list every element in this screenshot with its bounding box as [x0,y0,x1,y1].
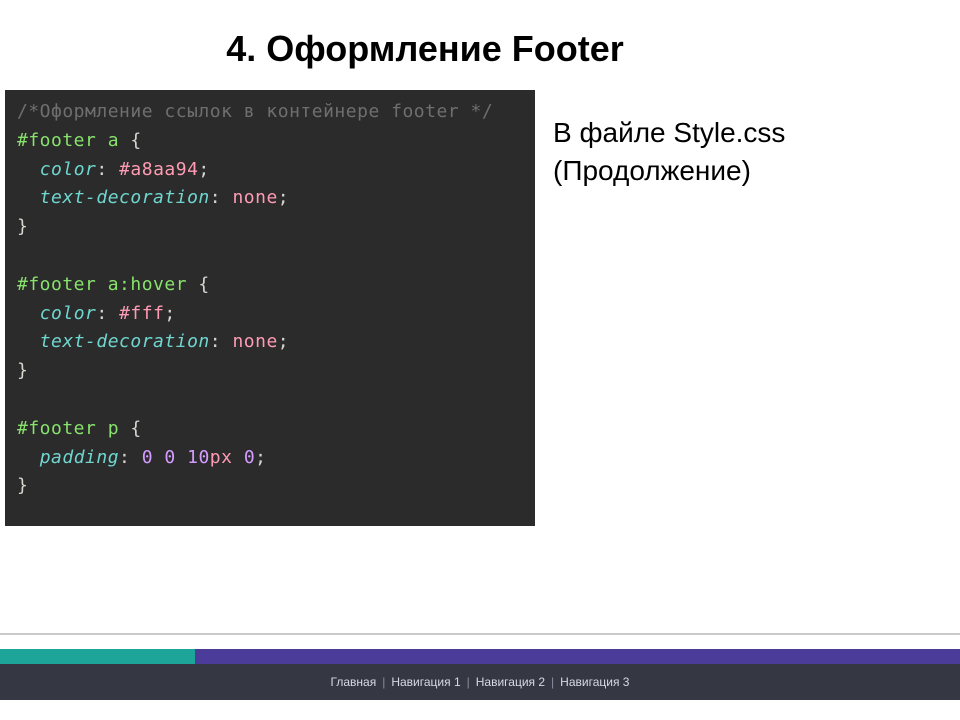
brace-open-icon: { [119,418,142,439]
footer-nav-link[interactable]: Навигация 1 [391,675,460,689]
side-annotation: В файле Style.css (Продолжение) [535,90,785,190]
code-selector: #footer a [17,130,119,151]
footer-nav-link[interactable]: Главная [331,675,377,689]
code-value: #a8aa94 [119,159,198,180]
color-stripe [0,649,960,664]
code-value: #fff [119,303,164,324]
code-pseudo: :hover [119,274,187,295]
colon-icon: : [210,331,233,352]
code-property: color [40,159,97,180]
code-selector: #footer a [17,274,119,295]
indent-guide-icon [17,159,40,180]
semicolon-icon: ; [255,447,266,468]
brace-open-icon: { [187,274,210,295]
footer-nav: Главная | Навигация 1 | Навигация 2 | На… [0,664,960,700]
colon-icon: : [210,187,233,208]
brace-open-icon: { [119,130,142,151]
nav-separator-icon: | [551,675,554,689]
code-comment: /*Оформление ссылок в контейнере footer … [17,101,493,122]
code-property: color [40,303,97,324]
brace-close-icon: } [17,475,28,496]
brace-close-icon: } [17,360,28,381]
colon-icon: : [96,303,119,324]
indent-guide-icon [17,187,40,208]
nav-separator-icon: | [467,675,470,689]
code-value: none [232,331,277,352]
indent-guide-icon [17,331,40,352]
semicolon-icon: ; [278,187,289,208]
content-row: /*Оформление ссылок в контейнере footer … [0,90,960,526]
code-property: text-decoration [40,331,210,352]
css-code-block: /*Оформление ссылок в контейнере footer … [5,90,535,526]
purple-segment [195,649,960,664]
indent-guide-icon [17,303,40,324]
side-line-2: (Продолжение) [553,152,785,190]
teal-segment [0,649,195,664]
code-number: 0 [244,447,255,468]
code-selector: #footer p [17,418,119,439]
code-number: 0 [164,447,175,468]
divider-line [0,633,960,635]
brace-close-icon: } [17,216,28,237]
footer-nav-link[interactable]: Навигация 3 [560,675,629,689]
semicolon-icon: ; [278,331,289,352]
code-property: padding [40,447,119,468]
semicolon-icon: ; [198,159,209,180]
code-number: 0 [142,447,153,468]
footer-nav-link[interactable]: Навигация 2 [476,675,545,689]
slide-title: 4. Оформление Footer [0,0,700,90]
side-line-1: В файле Style.css [553,114,785,152]
code-unit: px [210,447,233,468]
colon-icon: : [96,159,119,180]
colon-icon: : [119,447,142,468]
bottom-area: Главная | Навигация 1 | Навигация 2 | На… [0,633,960,700]
nav-separator-icon: | [382,675,385,689]
code-property: text-decoration [40,187,210,208]
code-value: none [232,187,277,208]
semicolon-icon: ; [164,303,175,324]
code-number: 10 [187,447,210,468]
indent-guide-icon [17,447,40,468]
